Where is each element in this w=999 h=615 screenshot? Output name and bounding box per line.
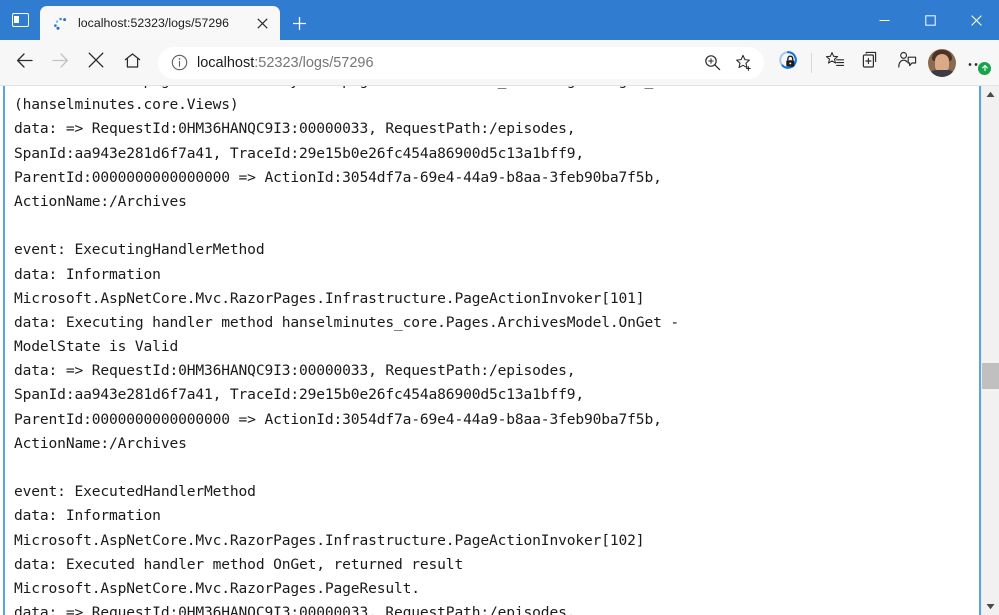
log-line: data: => RequestId:0HM36HANQC9I3:0000003…	[14, 601, 979, 615]
log-line: ParentId:0000000000000000 => ActionId:30…	[14, 166, 979, 190]
share-tab-button[interactable]	[889, 46, 925, 80]
maximize-button[interactable]	[907, 4, 953, 36]
url-host: localhost	[197, 55, 254, 71]
log-output-text: data: Executed page model factory for pa…	[5, 86, 979, 615]
close-tab-button[interactable]	[250, 11, 274, 35]
log-line: (hanselminutes.core.Views)	[14, 93, 979, 117]
scrollbar-thumb[interactable]	[982, 363, 999, 389]
log-line: Microsoft.AspNetCore.Mvc.RazorPages.Infr…	[14, 529, 979, 553]
log-line: data: => RequestId:0HM36HANQC9I3:0000003…	[14, 117, 979, 141]
minimize-button[interactable]	[861, 4, 907, 36]
log-line	[14, 214, 979, 238]
toolbar-divider	[811, 53, 812, 73]
browser-window: localhost:52323/logs/57296	[0, 0, 999, 615]
scrollbar-track[interactable]	[982, 103, 999, 598]
home-button[interactable]	[114, 46, 150, 80]
scroll-down-button[interactable]	[982, 598, 999, 615]
tab-actions-menu-button[interactable]	[0, 0, 40, 40]
address-bar-url[interactable]: localhost:52323/logs/57296	[195, 55, 696, 71]
collections-icon	[861, 50, 881, 75]
url-path: :52323/logs/57296	[254, 55, 373, 71]
favorites-star-list-icon	[825, 50, 845, 75]
log-line: SpanId:aa943e281d6f7a41, TraceId:29e15b0…	[14, 142, 979, 166]
tab-actions-icon	[12, 13, 29, 27]
log-line: ActionName:/Archives	[14, 190, 979, 214]
avatar-face	[935, 54, 949, 72]
new-tab-button[interactable]	[282, 6, 316, 40]
loading-spinner-icon	[52, 15, 69, 32]
back-button[interactable]	[6, 46, 42, 80]
address-bar-actions	[696, 49, 760, 77]
close-window-button[interactable]	[953, 4, 999, 36]
window-controls	[861, 0, 999, 40]
title-bar: localhost:52323/logs/57296	[0, 0, 999, 40]
favorites-button[interactable]	[817, 46, 853, 80]
home-icon	[123, 51, 142, 75]
update-available-badge-icon	[978, 62, 991, 75]
log-line: ModelState is Valid	[14, 335, 979, 359]
log-line: Microsoft.AspNetCore.Mvc.RazorPages.Page…	[14, 577, 979, 601]
log-line: event: ExecutedHandlerMethod	[14, 480, 979, 504]
log-line: ParentId:0000000000000000 => ActionId:30…	[14, 408, 979, 432]
tab-title: localhost:52323/logs/57296	[78, 16, 250, 30]
person-share-icon	[897, 50, 917, 75]
shield-lock-icon	[778, 50, 798, 75]
zoom-button[interactable]	[696, 49, 728, 77]
address-bar[interactable]: localhost:52323/logs/57296	[158, 47, 764, 79]
stop-loading-button[interactable]	[78, 46, 114, 80]
add-favorite-button[interactable]	[728, 49, 760, 77]
log-line: data: Information	[14, 263, 979, 287]
collections-button[interactable]	[853, 46, 889, 80]
log-line: data: Executing handler method hanselmin…	[14, 311, 979, 335]
page-content-area: data: Executed page model factory for pa…	[0, 86, 999, 615]
log-line: data: Executed page model factory for pa…	[14, 86, 979, 93]
profile-avatar[interactable]	[928, 49, 956, 77]
close-icon	[88, 52, 104, 73]
browser-tab[interactable]: localhost:52323/logs/57296	[40, 6, 280, 40]
log-line: Microsoft.AspNetCore.Mvc.RazorPages.Infr…	[14, 287, 979, 311]
log-line: data: Executed handler method OnGet, ret…	[14, 553, 979, 577]
browser-toolbar: localhost:52323/logs/57296	[0, 40, 999, 86]
log-line: data: => RequestId:0HM36HANQC9I3:0000003…	[14, 359, 979, 383]
log-line: SpanId:aa943e281d6f7a41, TraceId:29e15b0…	[14, 383, 979, 407]
tracking-prevention-button[interactable]	[770, 46, 806, 80]
scroll-up-button[interactable]	[982, 86, 999, 103]
settings-and-more-button[interactable]	[959, 46, 993, 80]
vertical-scrollbar[interactable]	[981, 86, 999, 615]
log-line: data: Information	[14, 504, 979, 528]
forward-button[interactable]	[42, 46, 78, 80]
avatar-shoulders	[929, 70, 955, 77]
log-line: ActionName:/Archives	[14, 432, 979, 456]
back-arrow-icon	[15, 51, 34, 75]
log-line	[14, 456, 979, 480]
forward-arrow-icon	[51, 51, 70, 75]
site-info-icon[interactable]	[168, 52, 190, 74]
log-line: event: ExecutingHandlerMethod	[14, 238, 979, 262]
